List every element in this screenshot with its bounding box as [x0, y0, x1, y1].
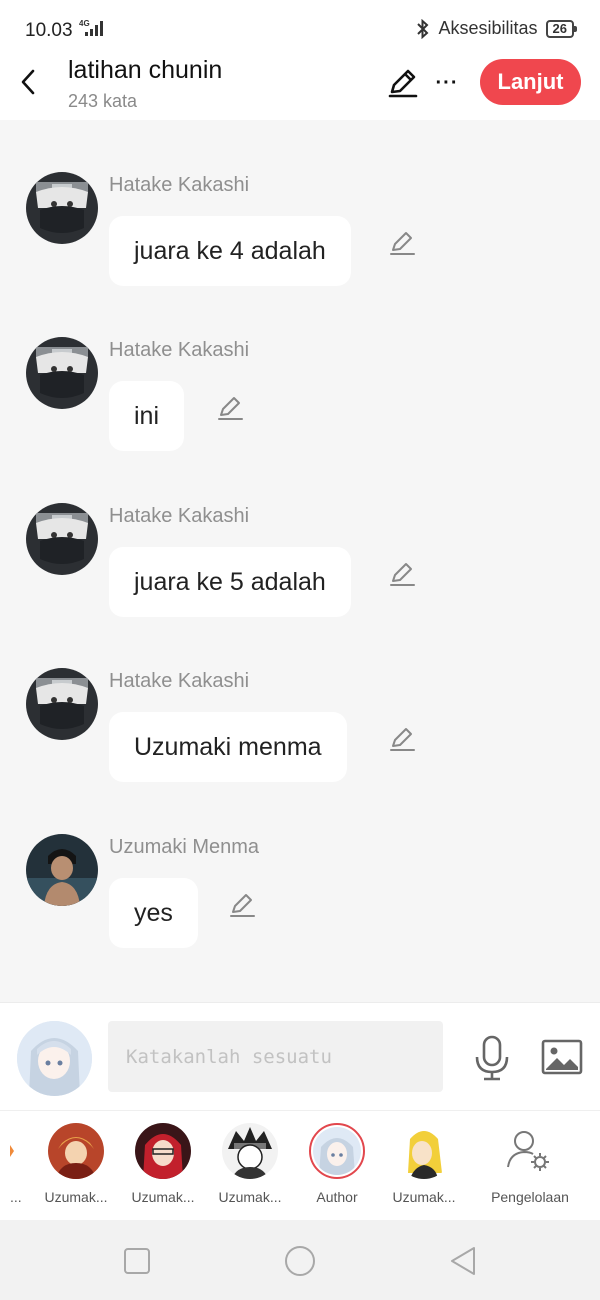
edit-message-button[interactable]: [388, 228, 418, 258]
character-name: Uzumak...: [44, 1189, 108, 1205]
bluetooth-icon: [417, 18, 429, 39]
chat-message: Hatake Kakashi juara ke 4 adalah: [0, 172, 600, 322]
sender-name: Hatake Kakashi: [109, 174, 250, 196]
network-label: 4G: [79, 19, 90, 28]
status-bar: 10.03 4G Aksesibilitas 26: [0, 0, 600, 52]
avatar: [396, 1123, 452, 1179]
edit-message-button[interactable]: [228, 890, 258, 920]
next-button[interactable]: Lanjut: [480, 59, 581, 105]
pencil-icon: [390, 563, 415, 586]
image-icon: [541, 1039, 583, 1075]
status-right: Aksesibilitas 26: [416, 18, 578, 39]
signal-icon: 4G: [79, 19, 103, 36]
user-settings-icon: [507, 1131, 549, 1171]
sender-name: Hatake Kakashi: [109, 505, 250, 527]
back-button[interactable]: [14, 64, 42, 100]
pencil-icon: [218, 397, 243, 420]
avatar[interactable]: [26, 337, 98, 409]
character-bar: ... Uzumak... Uzumak... Uzumak... Author…: [0, 1110, 600, 1220]
character-item[interactable]: ...: [0, 1123, 22, 1213]
character-item[interactable]: Author: [296, 1123, 378, 1213]
circle-icon: [285, 1246, 315, 1276]
status-time: 10.03: [25, 20, 73, 41]
edit-message-button[interactable]: [388, 559, 418, 589]
back-arrow-icon: [21, 69, 35, 95]
system-back-button[interactable]: [446, 1244, 480, 1278]
character-item[interactable]: Uzumak...: [209, 1123, 291, 1213]
composer: [0, 1002, 600, 1110]
character-name: Author: [316, 1189, 358, 1205]
sender-name: Uzumaki Menma: [109, 836, 260, 858]
avatar[interactable]: [26, 503, 98, 575]
character-name: Uzumak...: [392, 1189, 456, 1205]
message-bubble[interactable]: juara ke 5 adalah: [109, 547, 351, 617]
manage-label: Pengelolaan: [491, 1189, 569, 1205]
triangle-back-icon: [451, 1247, 475, 1275]
microphone-button[interactable]: [472, 1035, 512, 1081]
microphone-icon: [475, 1035, 509, 1081]
message-bubble[interactable]: juara ke 4 adalah: [109, 216, 351, 286]
character-item[interactable]: Uzumak...: [35, 1123, 117, 1213]
pencil-icon: [390, 232, 415, 255]
chat-message: Hatake Kakashi Uzumaki menma: [0, 668, 600, 818]
header: latihan chunin 243 kata ··· Lanjut: [0, 52, 600, 120]
pencil-icon: [390, 728, 415, 751]
character-name: Uzumak...: [218, 1189, 282, 1205]
message-bubble[interactable]: ini: [109, 381, 185, 451]
character-item[interactable]: Uzumak...: [122, 1123, 204, 1213]
pencil-icon: [230, 894, 255, 917]
recents-button[interactable]: [120, 1244, 154, 1278]
manage-characters-button[interactable]: Pengelolaan: [482, 1123, 578, 1213]
avatar[interactable]: [26, 172, 98, 244]
more-options-button[interactable]: ···: [432, 66, 462, 100]
avatar[interactable]: [26, 834, 98, 906]
word-count: 243 kata: [68, 91, 138, 111]
home-button[interactable]: [283, 1244, 317, 1278]
sender-name: Hatake Kakashi: [109, 339, 250, 361]
message-input[interactable]: [108, 1021, 443, 1092]
chat-message: Hatake Kakashi juara ke 5 adalah: [0, 503, 600, 653]
avatar: [222, 1123, 278, 1179]
character-name: ...: [10, 1189, 22, 1205]
square-icon: [124, 1248, 150, 1274]
chat-message: Hatake Kakashi ini: [0, 337, 600, 487]
message-bubble[interactable]: Uzumaki menma: [109, 712, 347, 782]
page-title: latihan chunin: [68, 56, 223, 84]
avatar: [135, 1123, 191, 1179]
character-name: Uzumak...: [131, 1189, 195, 1205]
avatar[interactable]: [26, 668, 98, 740]
system-nav-bar: [0, 1220, 600, 1300]
selected-avatar: [309, 1123, 365, 1179]
avatar: [10, 1145, 14, 1157]
battery-indicator: 26: [545, 19, 578, 38]
pencil-icon: [388, 69, 418, 98]
edit-message-button[interactable]: [388, 724, 418, 754]
edit-title-button[interactable]: [386, 66, 420, 100]
avatar: [48, 1123, 104, 1179]
edit-message-button[interactable]: [216, 393, 246, 423]
current-character-avatar[interactable]: [17, 1021, 92, 1096]
character-item[interactable]: Uzumak...: [383, 1123, 465, 1213]
image-button[interactable]: [540, 1035, 584, 1079]
chat-message: Uzumaki Menma yes: [0, 834, 600, 984]
chat-area[interactable]: Hatake Kakashi juara ke 4 adalah Hatake …: [0, 120, 600, 1002]
accessibility-label: Aksesibilitas: [438, 18, 538, 38]
message-bubble[interactable]: yes: [109, 878, 198, 948]
sender-name: Hatake Kakashi: [109, 670, 250, 692]
